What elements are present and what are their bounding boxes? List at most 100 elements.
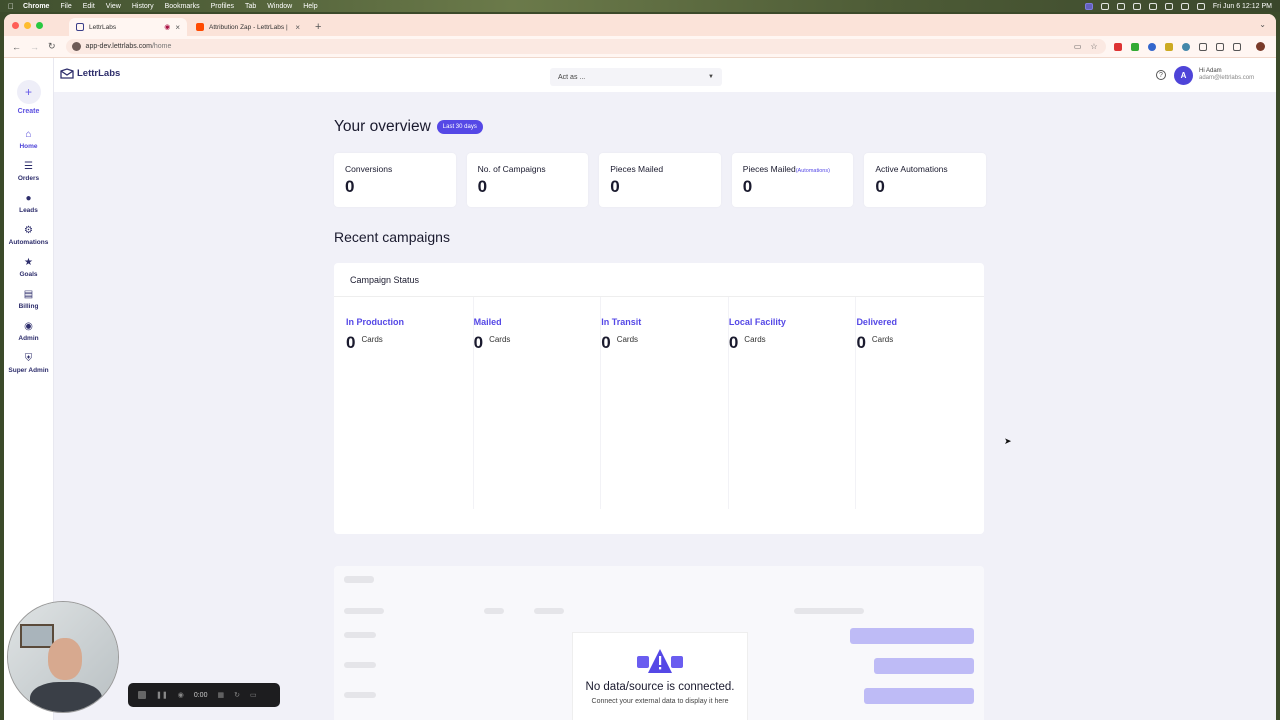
blurred-bar — [864, 688, 974, 704]
search-icon[interactable] — [1180, 2, 1189, 10]
sidebar-item-orders[interactable]: ☰ Orders — [4, 161, 54, 183]
sidebar-item-admin[interactable]: ◉ Admin — [4, 321, 54, 343]
sidebar-item-goals[interactable]: ★ Goals — [4, 257, 54, 279]
extension-icon[interactable] — [1113, 42, 1122, 51]
status-label[interactable]: Delivered — [856, 317, 984, 327]
menu-help[interactable]: Help — [303, 3, 317, 10]
lettrlabs-logo[interactable]: LettrLabs — [60, 68, 120, 79]
menu-view[interactable]: View — [106, 3, 121, 10]
extension-icon[interactable] — [1181, 42, 1190, 51]
sidebar-item-label: Orders — [17, 175, 40, 182]
status-label[interactable]: Local Facility — [729, 317, 856, 327]
extension-icon[interactable] — [1147, 42, 1156, 51]
status-label[interactable]: In Transit — [601, 317, 728, 327]
menu-app-name[interactable]: Chrome — [23, 3, 49, 10]
status-icon[interactable] — [1148, 2, 1157, 10]
install-app-icon[interactable]: ▭ — [1074, 42, 1082, 51]
page-title: Your overview — [334, 118, 431, 135]
blurred-bar — [874, 658, 974, 674]
stop-recording-button[interactable] — [138, 691, 146, 699]
menu-history[interactable]: History — [132, 3, 154, 10]
no-data-subtitle: Connect your external data to display it… — [591, 698, 729, 705]
stat-label: Conversions — [345, 164, 393, 174]
extension-icon[interactable] — [1164, 42, 1173, 51]
profile-avatar-icon[interactable] — [1255, 42, 1265, 51]
menu-bookmarks[interactable]: Bookmarks — [165, 3, 200, 10]
blurred-text — [534, 608, 564, 614]
screen-record-icon[interactable] — [1084, 2, 1093, 10]
webcam-bubble[interactable] — [7, 601, 119, 713]
date-range-badge[interactable]: Last 30 days — [436, 120, 483, 134]
help-icon[interactable]: ? — [1156, 70, 1166, 80]
sidebar-item-leads[interactable]: ● Leads — [4, 193, 54, 215]
tab-search-icon[interactable]: ⌄ — [1259, 20, 1266, 29]
url-path: /home — [151, 43, 172, 50]
extension-icon[interactable] — [1130, 42, 1139, 51]
main-content: Your overview Last 30 days Conversions 0… — [334, 118, 986, 534]
status-icon[interactable] — [1100, 2, 1109, 10]
create-label[interactable]: Create — [18, 108, 40, 115]
status-count: 0 Cards — [346, 333, 473, 353]
sidebar-item-label: Billing — [18, 303, 39, 310]
status-count: 0 Cards — [856, 333, 984, 353]
card-icon: ▤ — [23, 288, 34, 300]
window-controls — [12, 14, 43, 36]
grid-icon[interactable]: ▦ — [217, 691, 224, 699]
status-col-in-production: In Production 0 Cards — [346, 297, 474, 509]
menu-edit[interactable]: Edit — [83, 3, 95, 10]
menu-file[interactable]: File — [60, 3, 71, 10]
create-button[interactable]: + — [16, 80, 41, 104]
status-label[interactable]: Mailed — [474, 317, 601, 327]
tab-close-icon[interactable]: × — [175, 23, 180, 32]
status-count: 0 Cards — [601, 333, 728, 353]
sidebar-item-billing[interactable]: ▤ Billing — [4, 288, 54, 311]
status-unit: Cards — [361, 335, 383, 344]
webcam-person-body — [30, 682, 102, 712]
sidebar-item-home[interactable]: ⌂ Home — [4, 129, 54, 151]
avatar[interactable]: A — [1174, 66, 1193, 85]
tab-lettrlabs[interactable]: LettrLabs ◉ × — [69, 18, 187, 36]
new-tab-button[interactable]: + — [315, 21, 321, 33]
sidebar-item-automations[interactable]: ⚙ Automations — [4, 225, 54, 247]
close-window-button[interactable] — [12, 21, 19, 29]
tab-attribution-zap[interactable]: Attribution Zap - LettrLabs | × — [189, 18, 307, 36]
blurred-text — [344, 632, 376, 638]
bookmark-star-icon[interactable]: ☆ — [1090, 42, 1097, 51]
address-bar[interactable]: app-dev.lettrlabs.com/home ▭ ☆ — [65, 39, 1106, 54]
stat-value: 0 — [477, 177, 488, 196]
site-info-icon[interactable] — [71, 42, 81, 51]
status-count: 0 Cards — [729, 333, 856, 353]
campaign-status-card: Campaign Status In Production 0 Cards Mai… — [334, 263, 984, 534]
status-icon[interactable] — [1116, 2, 1125, 10]
control-center-icon[interactable] — [1196, 2, 1205, 10]
sidebar-item-label: Admin — [18, 335, 39, 342]
pause-icon[interactable]: ❚❚ — [156, 691, 168, 699]
extension-icon[interactable] — [1198, 42, 1207, 51]
back-button[interactable]: ← — [12, 42, 21, 52]
trash-icon[interactable]: ▭ — [250, 691, 257, 699]
reload-button[interactable]: ↻ — [48, 41, 56, 52]
menu-profiles[interactable]: Profiles — [211, 3, 234, 10]
tab-close-icon[interactable]: × — [295, 23, 300, 32]
wifi-icon[interactable] — [1164, 2, 1173, 10]
status-label[interactable]: In Production — [346, 317, 473, 327]
apple-icon[interactable]:  — [8, 2, 14, 11]
minimize-window-button[interactable] — [24, 21, 31, 29]
forward-button[interactable]: → — [30, 42, 39, 52]
tab-audio-icon[interactable]: ◉ — [164, 23, 170, 31]
stat-campaigns: No. of Campaigns 0 — [466, 153, 589, 207]
side-panel-icon[interactable] — [1232, 42, 1241, 51]
user-info[interactable]: Hi Adam adam@lettrlabs.com — [1199, 68, 1254, 82]
restart-icon[interactable]: ↻ — [234, 691, 240, 699]
act-as-select[interactable]: Act as ... ▼ — [550, 68, 722, 86]
mic-icon[interactable]: ◉ — [178, 691, 184, 699]
status-icon[interactable] — [1132, 2, 1141, 10]
no-data-title: No data/source is connected. — [585, 681, 735, 693]
menubar-clock[interactable]: Fri Jun 6 12:12 PM — [1213, 3, 1272, 10]
menu-tab[interactable]: Tab — [245, 3, 256, 10]
puzzle-extensions-icon[interactable] — [1215, 42, 1224, 51]
sidebar-item-super-admin[interactable]: ⛨ Super Admin — [4, 353, 54, 375]
zoom-window-button[interactable] — [36, 21, 43, 29]
blurred-text — [794, 608, 864, 614]
menu-window[interactable]: Window — [267, 3, 292, 10]
